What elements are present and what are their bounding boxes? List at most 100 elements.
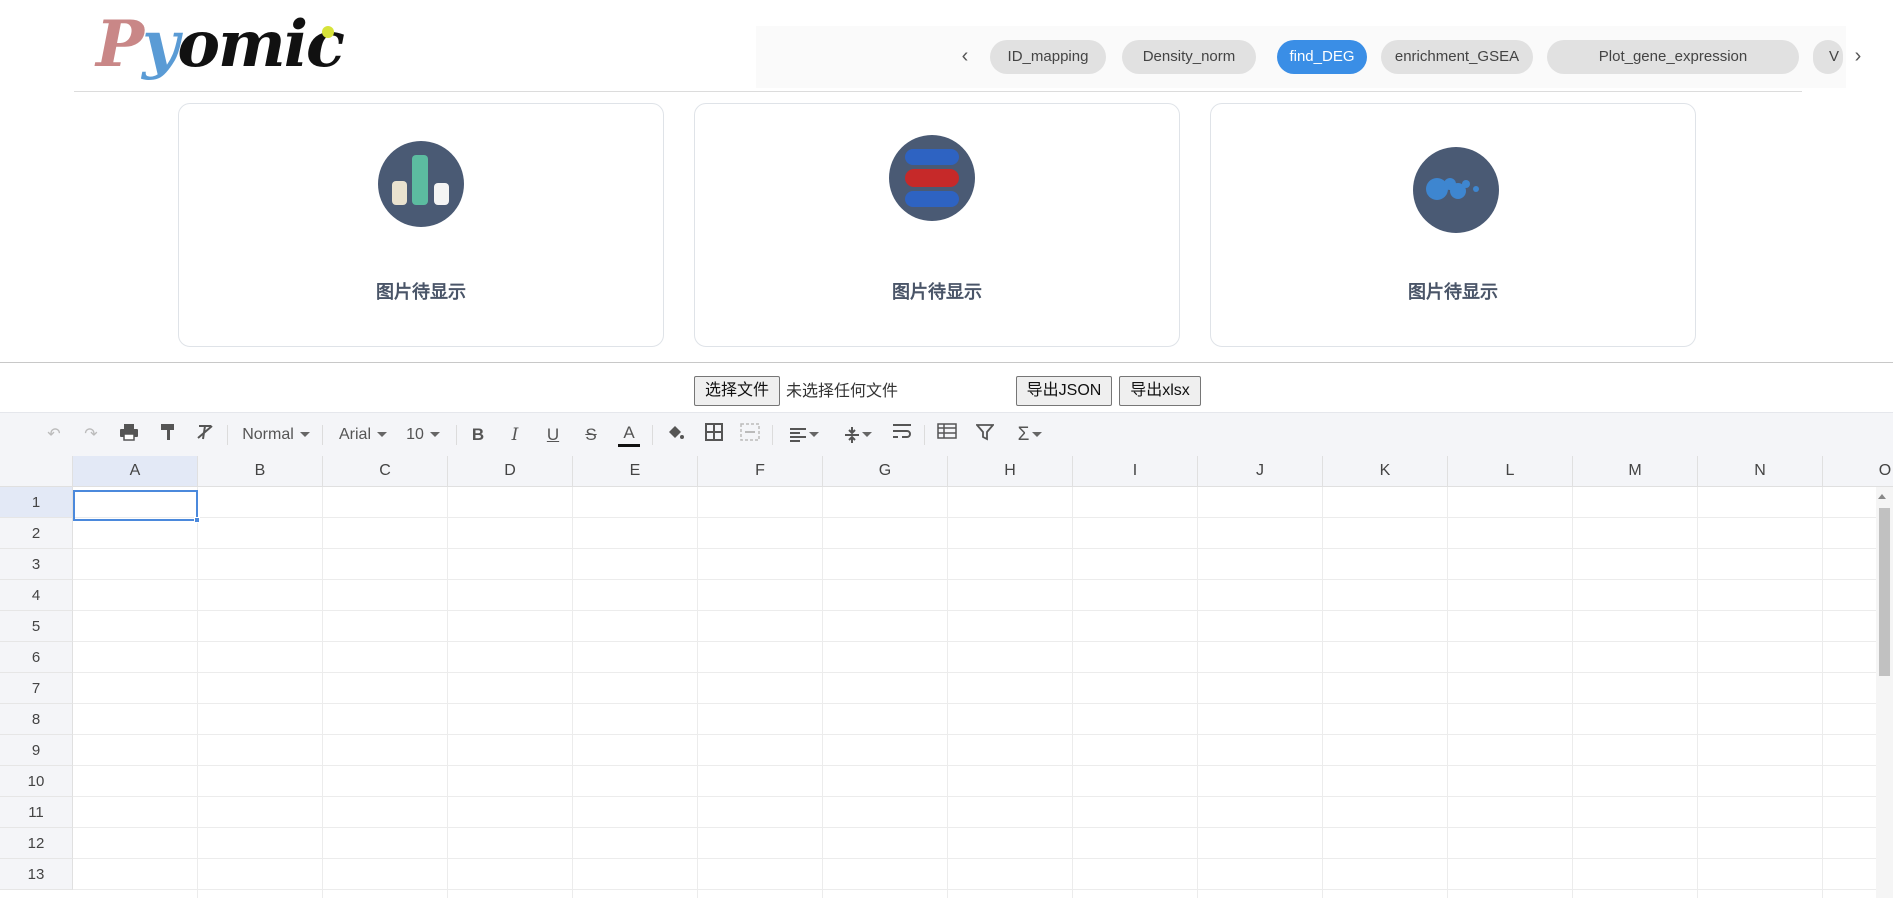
grid-line [73,796,1893,797]
style-select-value: Normal [242,426,294,443]
text-wrap-icon[interactable] [890,423,914,447]
grid-line [73,889,1893,890]
merge-cells-icon[interactable] [738,423,762,447]
card-caption: 图片待显示 [1408,282,1498,302]
column-header-o[interactable]: O [1823,456,1893,487]
row-header-7[interactable]: 7 [0,673,73,704]
grid-line [73,703,1893,704]
bold-icon[interactable]: B [467,423,489,447]
row-header-6[interactable]: 6 [0,642,73,673]
column-header-h[interactable]: H [948,456,1073,487]
chevron-down-icon [1032,432,1043,438]
toolbar-separator [456,425,457,445]
column-header-d[interactable]: D [448,456,573,487]
export-xlsx-button[interactable]: 导出xlsx [1119,376,1201,406]
row-header-9[interactable]: 9 [0,735,73,766]
grid-line [73,517,1893,518]
result-card-1: 图片待显示 [178,103,664,347]
export-json-button[interactable]: 导出JSON [1016,376,1112,406]
italic-icon[interactable]: I [504,423,526,447]
spreadsheet-grid[interactable]: A B C D E F G H I J K L M N O 1 2 3 4 5 6 7 8 9 10 11 12 13 [0,456,1893,898]
filter-icon[interactable] [973,423,997,447]
row-header-1[interactable]: 1 [0,487,73,518]
font-size-select[interactable]: 10 [402,423,444,447]
redo-icon[interactable]: ↷ [79,423,103,447]
section-divider [0,362,1893,363]
grid-line [73,579,1893,580]
fill-handle[interactable] [194,517,200,523]
row-header-8[interactable]: 8 [0,704,73,735]
print-icon[interactable] [117,423,141,447]
row-header-13[interactable]: 13 [0,859,73,890]
clear-format-icon[interactable] [193,423,217,447]
choose-file-button[interactable]: 选择文件 [694,376,780,406]
grid-line [73,641,1893,642]
heatmap-bars-icon [889,135,975,221]
chevron-down-icon [377,432,387,438]
spreadsheet-toolbar: ↶ ↷ Normal Arial 10 B I U S A Σ [0,412,1893,456]
nav-next-arrow[interactable]: › [1846,44,1870,68]
logo-dot-icon [322,26,334,38]
toolbar-separator [924,425,925,445]
strikethrough-icon[interactable]: S [580,423,602,447]
toolbar-separator [772,425,773,445]
row-header-12[interactable]: 12 [0,828,73,859]
tab-enrichment-gsea[interactable]: enrichment_GSEA [1381,40,1533,74]
toolbar-separator [227,425,228,445]
style-select[interactable]: Normal [238,423,314,447]
paint-format-icon[interactable] [156,423,180,447]
row-header-10[interactable]: 10 [0,766,73,797]
fill-color-icon[interactable] [663,423,687,447]
bar-chart-icon [378,141,464,227]
tab-density-norm[interactable]: Density_norm [1122,40,1256,74]
row-header-5[interactable]: 5 [0,611,73,642]
column-header-b[interactable]: B [198,456,323,487]
sheet-corner[interactable] [0,456,73,487]
row-header-4[interactable]: 4 [0,580,73,611]
tab-partial[interactable]: V [1813,40,1843,74]
functions-dropdown[interactable]: Σ [1012,423,1048,447]
column-header-c[interactable]: C [323,456,448,487]
undo-icon[interactable]: ↶ [42,423,66,447]
no-file-text: 未选择任何文件 [786,383,899,400]
column-header-j[interactable]: J [1198,456,1323,487]
header-divider [74,91,1802,92]
row-header-11[interactable]: 11 [0,797,73,828]
column-header-f[interactable]: F [698,456,823,487]
underline-icon[interactable]: U [542,423,564,447]
nav-prev-arrow[interactable]: ‹ [953,44,977,68]
logo-letters-omic: omic [177,7,345,82]
valign-dropdown[interactable] [838,423,878,447]
column-header-e[interactable]: E [573,456,698,487]
tab-id-mapping[interactable]: ID_mapping [990,40,1106,74]
column-header-n[interactable]: N [1698,456,1823,487]
card-caption: 图片待显示 [892,282,982,302]
tab-find-deg[interactable]: find_DEG [1277,40,1367,74]
freeze-icon[interactable] [935,423,959,447]
column-header-i[interactable]: I [1073,456,1198,487]
column-header-m[interactable]: M [1573,456,1698,487]
toolbar-separator [322,425,323,445]
row-header-2[interactable]: 2 [0,518,73,549]
column-header-l[interactable]: L [1448,456,1573,487]
logo-text: Pyomic [96,2,345,88]
borders-icon[interactable] [702,423,726,447]
grid-line [73,734,1893,735]
grid-line [73,610,1893,611]
active-cell[interactable] [73,490,198,521]
column-header-a[interactable]: A [73,456,198,487]
scrollbar-thumb[interactable] [1879,508,1890,676]
chevron-down-icon [809,432,819,438]
tab-plot-gene-expression[interactable]: Plot_gene_expression [1547,40,1799,74]
align-dropdown[interactable] [784,423,824,447]
row-header-3[interactable]: 3 [0,549,73,580]
chevron-down-icon [429,432,440,438]
column-header-k[interactable]: K [1323,456,1448,487]
valign-middle-icon [845,426,859,443]
font-select-value: Arial [338,426,371,443]
font-select[interactable]: Arial [334,423,392,447]
text-color-icon[interactable]: A [618,423,640,447]
card-caption: 图片待显示 [376,282,466,302]
column-header-g[interactable]: G [823,456,948,487]
scroll-up-arrow-icon[interactable] [1878,494,1886,499]
